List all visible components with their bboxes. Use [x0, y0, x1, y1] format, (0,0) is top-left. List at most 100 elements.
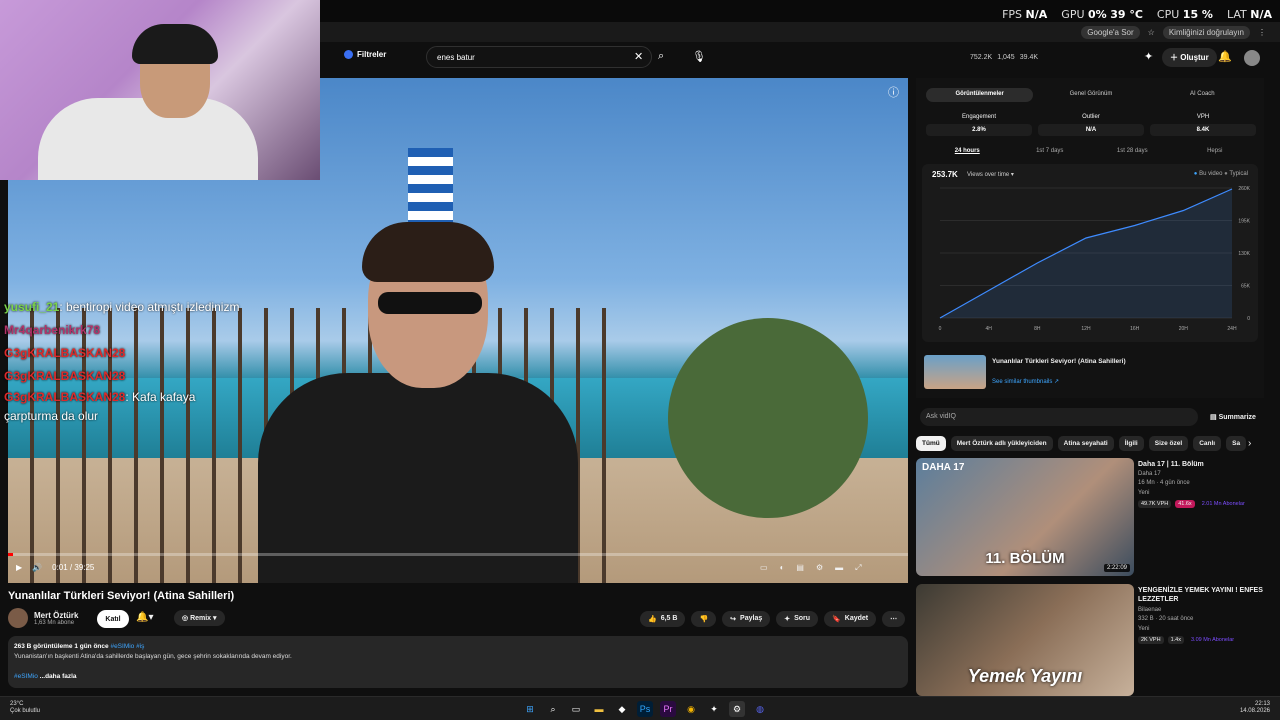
remix-button[interactable]: ◎ Remix ▾ [174, 610, 225, 626]
rec-meta: 16 Mn · 4 gün önce [1138, 480, 1190, 486]
like-button[interactable]: 👍 6,5 B [640, 611, 686, 627]
chip-all[interactable]: Tümü [916, 436, 946, 451]
thumbs-down-icon: 👎 [699, 616, 709, 623]
chip-live[interactable]: Canlı [1193, 436, 1222, 451]
volume-icon[interactable]: 🔊 [32, 563, 42, 572]
bell-icon[interactable]: 🔔 [1218, 50, 1232, 63]
browser-toolbar: Google'a Sor ☆ Kimliğinizi doğrulayın ⋮ [320, 22, 1280, 42]
dislike-button[interactable]: 👎 [691, 611, 717, 627]
extension-icon[interactable]: ✦ [1144, 50, 1153, 63]
system-clock[interactable]: 22:13 14.08.2026 [1240, 701, 1270, 715]
duration: 2:22:09 [1103, 564, 1130, 572]
clear-search-icon[interactable]: ✕ [634, 50, 643, 63]
similar-thumbnail[interactable] [924, 355, 986, 389]
sparkle-icon: ✦ [784, 616, 791, 623]
rec-channel: Daha 17 [1138, 471, 1161, 477]
x-tick-label: 4H [985, 326, 992, 332]
save-button[interactable]: 🔖 Kaydet [824, 611, 877, 627]
similar-thumbnails-link[interactable]: See similar thumbnails ↗ [992, 378, 1059, 385]
flag [408, 148, 453, 228]
x-tick-label: 12H [1081, 326, 1091, 332]
description-box[interactable]: 263 B görüntüleme 1 gün önce #eSIMio #iş… [8, 636, 908, 688]
create-button[interactable]: ＋ Oluştur [1162, 48, 1217, 67]
rec-thumbnail[interactable]: Yemek Yayını [916, 584, 1134, 696]
app-icon[interactable]: ✦ [706, 701, 722, 717]
task-view-icon[interactable]: ▭ [568, 701, 584, 717]
subtitles-icon[interactable]: ▤ [796, 563, 804, 573]
range-28d[interactable]: 1st 28 days [1091, 148, 1174, 154]
chip-more[interactable]: Sa [1226, 436, 1247, 451]
range-7d[interactable]: 1st 7 days [1009, 148, 1092, 154]
photoshop-icon[interactable]: Ps [637, 701, 653, 717]
star-icon[interactable]: ☆ [1148, 28, 1155, 37]
rec-meta: 332 B · 20 saat önce [1138, 616, 1194, 622]
chevron-right-icon[interactable]: › [1248, 438, 1251, 449]
x-tick-label: 16H [1130, 326, 1140, 332]
ask-button[interactable]: ✦ Soru [776, 611, 819, 627]
discord-icon[interactable]: ◍ [752, 701, 768, 717]
show-more-link[interactable]: ...daha fazla [40, 673, 77, 680]
fullscreen-icon[interactable]: ⤢ [855, 563, 861, 573]
google-ask-button[interactable]: Google'a Sor [1081, 25, 1140, 39]
y-tick-label: 130K [1238, 251, 1250, 257]
join-button[interactable]: Katıl [97, 610, 129, 628]
share-button[interactable]: ↪ Paylaş [722, 611, 771, 627]
filter-icon [344, 50, 353, 59]
search-icon[interactable]: ⌕ [545, 701, 561, 717]
profile-button[interactable]: Kimliğinizi doğrulayın [1162, 25, 1250, 39]
tab-views[interactable]: Görüntülenmeler [926, 88, 1034, 102]
similar-card[interactable]: Yunanlılar Türkleri Seviyor! (Atina Sahi… [924, 352, 1264, 392]
rec-video[interactable]: DAHA 17 11. BÖLÜM 2:22:09 Daha 17 | 11. … [916, 458, 1272, 576]
file-explorer-icon[interactable]: ▬ [591, 701, 607, 717]
more-button[interactable]: ⋯ [882, 611, 906, 627]
range-all[interactable]: Hepsi [1174, 148, 1257, 154]
channel-name[interactable]: Mert Öztürk [34, 611, 78, 620]
chip-uploader[interactable]: Mert Öztürk adlı yükleyiciden [950, 436, 1053, 451]
range-24h[interactable]: 24 hours [926, 148, 1009, 154]
subscribe-bell-icon[interactable]: 🔔▾ [136, 612, 153, 623]
webcam-overlay [0, 0, 320, 180]
chrome-icon[interactable]: ◉ [683, 701, 699, 717]
ask-vidiq-input[interactable]: Ask vidIQ [920, 408, 1198, 426]
play-icon[interactable]: ▶ [16, 563, 22, 572]
vidiq-metrics: Engagement 2.8% Outlier N/A VPH 8.4K [926, 114, 1256, 136]
premiere-icon[interactable]: Pr [660, 701, 676, 717]
filter-chips: Tümü Mert Öztürk adlı yükleyiciden Atina… [916, 436, 1256, 451]
sunglasses [378, 292, 482, 314]
miniplayer-icon[interactable]: ▭ [760, 563, 768, 573]
progress-bar[interactable] [8, 553, 908, 556]
tab-overview[interactable]: Genel Görünüm [1037, 88, 1144, 102]
x-tick-label: 24H [1227, 326, 1237, 332]
channel-info[interactable]: Mert Öztürk 1,63 Mn abone [8, 608, 78, 628]
y-tick-label: 260K [1238, 186, 1250, 192]
chip-related[interactable]: İlgili [1118, 436, 1144, 451]
filters-button[interactable]: Filtreler [344, 50, 386, 59]
theater-icon[interactable]: ▬ [835, 563, 843, 573]
windows-taskbar: 23°C Çok bulutlu ⊞ ⌕ ▭ ▬ ◆ Ps Pr ◉ ✦ ⚙ ◍ … [0, 696, 1280, 720]
settings-icon[interactable]: ⚙ [816, 563, 823, 573]
mic-icon[interactable]: 🎙 [692, 50, 706, 63]
summarize-button[interactable]: ▤ Summarize [1210, 413, 1256, 421]
channel-avatar[interactable] [8, 608, 28, 628]
avatar[interactable] [1244, 50, 1260, 66]
tab-ai-coach[interactable]: AI Coach [1149, 88, 1256, 102]
chip-athens[interactable]: Atina seyahati [1057, 436, 1114, 451]
rec-title: YENGENİZLE YEMEK YAYINI ! ENFES LEZZETLE… [1138, 587, 1263, 603]
rec-thumbnail[interactable]: DAHA 17 11. BÖLÜM [916, 458, 1134, 576]
autoplay-toggle[interactable]: ◐ [780, 563, 785, 573]
windows-start-icon[interactable]: ⊞ [522, 701, 538, 717]
rec-video[interactable]: Yemek Yayını YENGENİZLE YEMEK YAYINI ! E… [916, 584, 1272, 696]
youtube-header: Filtreler ✕ ⌕ 🎙 752.2K1,04539.4K ✦ ＋ Olu… [320, 42, 1280, 74]
time-display: 0:01 / 39:25 [52, 563, 95, 572]
search-icon[interactable]: ⌕ [658, 50, 664, 63]
menu-icon[interactable]: ⋮ [1258, 28, 1266, 37]
presenter [258, 222, 578, 583]
steam-icon[interactable]: ⚙ [729, 701, 745, 717]
search-input[interactable] [426, 46, 652, 68]
player-right-controls: ▭ ◐ ▤ ⚙ ▬ ⤢ [760, 563, 862, 573]
chip-for-you[interactable]: Size özel [1148, 436, 1189, 451]
info-icon[interactable]: ⓘ [888, 84, 899, 100]
app-icon[interactable]: ◆ [614, 701, 630, 717]
weather-widget[interactable]: 23°C Çok bulutlu [10, 701, 40, 715]
chat-line: G3gKRALBASKAN28: Kafa kafaya çarpturma d… [4, 390, 196, 423]
